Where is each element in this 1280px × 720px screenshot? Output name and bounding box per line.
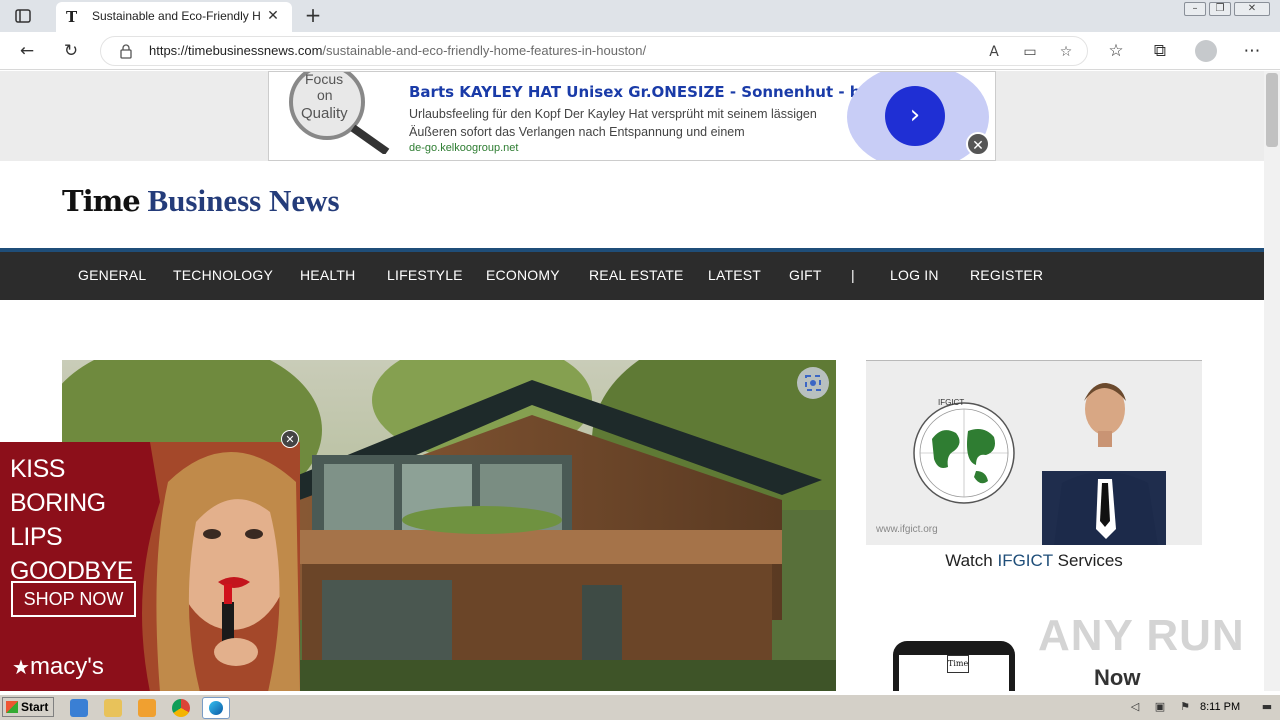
collections-icon[interactable]: ⧉ [1149,40,1171,62]
phone-screen: Time [899,655,1009,691]
watch-accent: IFGICT [997,551,1053,570]
nav-separator: | [851,267,855,283]
nav-gift[interactable]: GIFT [789,267,822,283]
tab-actions-button[interactable] [12,6,34,26]
url-host: https://timebusinessnews.com [149,43,323,58]
nav-lifestyle[interactable]: LIFESTYLE [387,267,463,283]
show-desktop-icon[interactable]: ▬ [1260,700,1274,714]
nav-latest[interactable]: LATEST [708,267,761,283]
ad-image-text-3: Quality [301,105,348,122]
profile-avatar[interactable] [1195,40,1217,62]
web-page: Focus on Quality Barts KAYLEY HAT Unisex… [0,71,1264,691]
macys-ad-close-button[interactable]: ✕ [281,430,299,448]
chrome-icon[interactable] [172,699,190,717]
taskbar-clock[interactable]: 8:11 PM [1200,701,1240,713]
now-label: Now [1094,665,1141,690]
scrollbar-thumb[interactable] [1266,73,1278,147]
more-menu-icon[interactable]: ⋯ [1241,40,1263,62]
action-center-flag-icon[interactable]: ⚑ [1178,700,1192,714]
edge-icon[interactable] [202,697,230,719]
ad-image-text-1: Focus [305,72,343,87]
ad-image-text-2: on [317,87,333,103]
visual-search-icon[interactable] [797,367,829,399]
network-icon[interactable]: ▣ [1153,700,1167,714]
ie-icon[interactable] [70,699,88,717]
start-button[interactable]: Start [2,697,54,717]
edge-logo [209,701,223,715]
side-ad-org-name: IFGICT [938,398,964,407]
browser-toolbar: ← ↻ https://timebusinessnews.com/sustain… [0,32,1280,70]
immersive-reader-icon[interactable]: ▭ [1019,41,1041,63]
minimize-button[interactable]: – [1184,2,1206,16]
macys-logo: ★macy's [12,653,104,681]
ifgict-video-frame: IFGICT [866,361,1202,545]
nav-health[interactable]: HEALTH [300,267,355,283]
start-label: Start [21,700,49,714]
explorer-icon[interactable] [104,699,122,717]
phone-logo: Time [947,655,969,673]
page-scrollbar[interactable] [1264,71,1280,691]
shop-now-button[interactable]: SHOP NOW [11,581,136,617]
favorites-icon[interactable]: ☆ [1105,40,1127,62]
phone-mockup-image: Time [893,641,1015,691]
nav-general[interactable]: GENERAL [78,267,146,283]
site-logo[interactable]: Time Business News [62,183,340,223]
tab-bar: T Sustainable and Eco-Friendly Home Feat… [0,0,1280,32]
ad-close-button[interactable]: ✕ [966,132,990,156]
url-path: /sustainable-and-eco-friendly-home-featu… [322,43,647,58]
windows-taskbar: Start ◁ ▣ ⚑ 8:11 PM ▬ [0,694,1280,720]
ad-description: Urlaubsfeeling für den Kopf Der Kayley H… [409,107,817,139]
nav-economy[interactable]: ECONOMY [486,267,560,283]
nav-real-estate[interactable]: REAL ESTATE [589,267,684,283]
side-video-ad[interactable]: IFGICT www.ifgict.org [866,360,1202,545]
add-favorite-icon[interactable]: ☆ [1055,41,1077,63]
watch-suffix: Services [1052,551,1123,570]
site-favicon-icon: T [66,8,78,26]
read-aloud-icon[interactable]: A [983,41,1005,63]
anyrun-watermark: ANY RUN [1038,611,1245,660]
windows-flag-icon [6,701,18,713]
tab-close-icon[interactable]: ✕ [264,7,282,25]
side-ad-url: www.ifgict.org [876,524,938,535]
top-banner-ad[interactable]: Focus on Quality Barts KAYLEY HAT Unisex… [268,71,996,161]
ad-magnifier-image: Focus on Quality [279,72,399,156]
macys-headline-line-2: LIPS GOODBYE [10,523,133,585]
nav-register[interactable]: REGISTER [970,267,1043,283]
restore-button[interactable]: ❐ [1209,2,1231,16]
watch-prefix: Watch [945,551,998,570]
ad-cta-arrow-icon[interactable]: › [885,86,945,146]
refresh-icon[interactable]: ↻ [60,40,82,62]
macys-ad[interactable]: KISS BORING LIPS GOODBYE SHOP NOW ★macy'… [0,442,300,691]
macys-headline-line-1: KISS BORING [10,455,106,517]
new-tab-button[interactable]: + [302,5,324,27]
tab-title: Sustainable and Eco-Friendly Home Featur… [92,9,260,23]
tab-actions-icon [15,9,31,23]
active-tab[interactable]: T Sustainable and Eco-Friendly Home Feat… [56,2,292,32]
back-arrow-icon[interactable]: ← [16,40,38,62]
ad-title[interactable]: Barts KAYLEY HAT Unisex Gr.ONESIZE - Son… [409,83,903,101]
logo-business-news: Business News [147,183,340,218]
ad-host[interactable]: de-go.kelkoogroup.net [409,142,518,154]
main-navigation: GENERAL TECHNOLOGY HEALTH LIFESTYLE ECON… [0,252,1264,300]
nav-log-in[interactable]: LOG IN [890,267,939,283]
logo-time: Time [62,184,141,218]
media-player-icon[interactable] [138,699,156,717]
macys-star-icon: ★ [12,657,30,679]
macys-ad-headline: KISS BORING LIPS GOODBYE [10,452,160,588]
address-bar[interactable]: https://timebusinessnews.com/sustainable… [100,36,1088,66]
lock-icon [119,43,133,59]
macys-brand-text: macy's [29,653,104,680]
volume-icon[interactable]: ◁ [1128,700,1142,714]
window-close-button[interactable]: ✕ [1234,2,1270,16]
nav-technology[interactable]: TECHNOLOGY [173,267,273,283]
watch-ifgict-caption[interactable]: Watch IFGICT Services [866,551,1202,571]
url-text: https://timebusinessnews.com/sustainable… [149,43,646,58]
